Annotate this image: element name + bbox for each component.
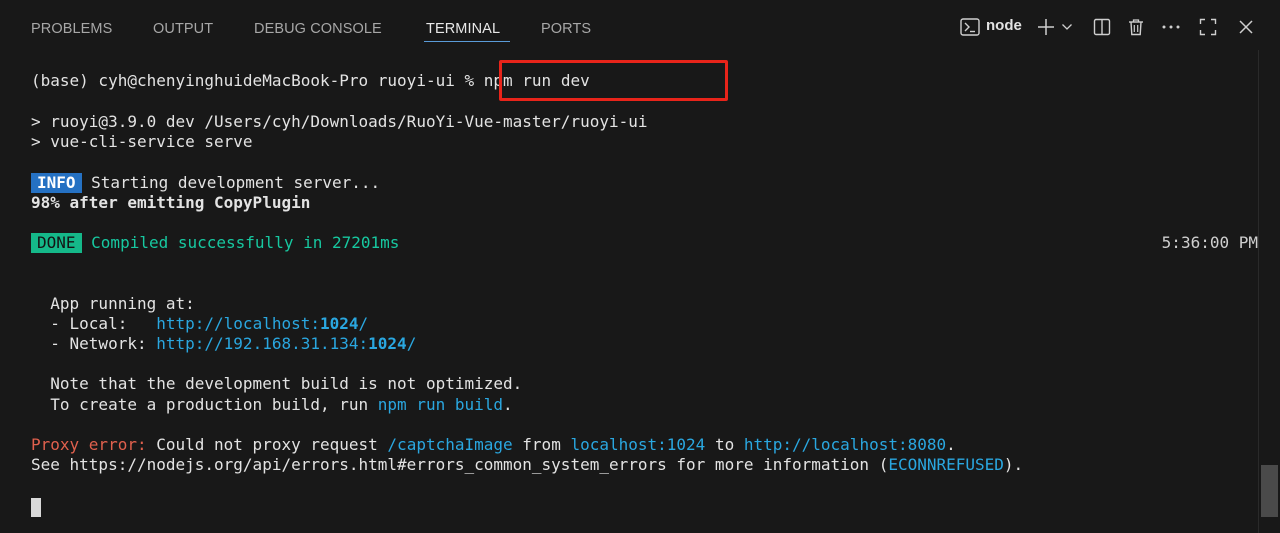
tab-problems[interactable]: PROBLEMS — [31, 18, 112, 40]
chevron-down-icon[interactable] — [1060, 14, 1074, 40]
done-line: DONE Compiled successfully in 27201ms — [31, 233, 399, 253]
network-url-line: - Network: http://192.168.31.134:1024/ — [31, 334, 416, 354]
local-url-port: 1024 — [320, 314, 359, 333]
shell-name[interactable]: node — [986, 15, 1022, 37]
tab-ports[interactable]: PORTS — [541, 18, 591, 40]
shell-prompt: (base) cyh@chenyinghuideMacBook-Pro ruoy… — [31, 71, 484, 90]
active-tab-indicator — [424, 41, 510, 42]
local-url-base: http://localhost: — [156, 314, 320, 333]
split-terminal-icon[interactable] — [1092, 14, 1112, 40]
proxy-from: localhost:1024 — [570, 435, 706, 454]
script-line-2: > vue-cli-service serve — [31, 132, 253, 151]
see-docs-line: See https://nodejs.org/api/errors.html#e… — [31, 455, 1023, 475]
proxy-text-3: to — [705, 435, 744, 454]
done-badge: DONE — [31, 233, 82, 253]
progress-line: 98% after emitting CopyPlugin — [31, 193, 311, 212]
terminal-output[interactable]: (base) cyh@chenyinghuideMacBook-Pro ruoy… — [0, 56, 1258, 533]
proxy-to[interactable]: http://localhost:8080 — [744, 435, 946, 454]
info-text: Starting development server... — [81, 173, 381, 192]
close-icon[interactable] — [1236, 14, 1256, 40]
local-url-suffix: / — [358, 314, 369, 333]
command-highlight-box — [499, 60, 728, 101]
proxy-error-label: Proxy error: — [31, 435, 147, 454]
proxy-error-line: Proxy error: Could not proxy request /ca… — [31, 435, 956, 455]
network-url-suffix: / — [406, 334, 417, 353]
proxy-path: /captchaImage — [387, 435, 513, 454]
network-url-base: http://192.168.31.134: — [156, 334, 369, 353]
info-line: INFO Starting development server... — [31, 173, 380, 193]
maximize-icon[interactable] — [1198, 14, 1218, 40]
proxy-text-1: Could not proxy request — [146, 435, 388, 454]
see-docs-end: ). — [1003, 455, 1024, 474]
network-url[interactable]: http://192.168.31.134:1024/ — [156, 334, 416, 353]
local-url-line: - Local: http://localhost:1024/ — [31, 314, 368, 334]
info-badge: INFO — [31, 173, 82, 193]
terminal-shell-icon[interactable] — [959, 14, 981, 40]
see-docs-text: See https://nodejs.org/api/errors.html#e… — [31, 455, 889, 474]
tab-terminal[interactable]: TERMINAL — [426, 18, 500, 40]
trash-icon[interactable] — [1126, 14, 1146, 40]
timestamp: 5:36:00 PM — [1161, 233, 1258, 252]
build-command: npm run build — [377, 395, 504, 414]
note-line-2: To create a production build, run npm ru… — [31, 395, 513, 415]
note-line-2-text: To create a production build, run — [31, 395, 378, 414]
more-icon[interactable] — [1160, 14, 1182, 40]
done-text: Compiled successfully in 27201ms — [81, 233, 400, 252]
note-line-2-end: . — [503, 395, 513, 414]
note-line-1: Note that the development build is not o… — [31, 374, 523, 393]
error-code: ECONNREFUSED — [888, 455, 1004, 474]
proxy-text-2: from — [512, 435, 571, 454]
app-running-line: App running at: — [31, 294, 195, 313]
local-url[interactable]: http://localhost:1024/ — [156, 314, 368, 333]
tab-debug-console[interactable]: DEBUG CONSOLE — [254, 18, 382, 40]
proxy-text-4: . — [946, 435, 956, 454]
network-url-port: 1024 — [368, 334, 407, 353]
local-label: - Local: — [31, 314, 157, 333]
scrollbar-thumb[interactable] — [1261, 465, 1278, 517]
network-label: - Network: — [31, 334, 157, 353]
terminal-cursor — [31, 498, 41, 517]
plus-icon[interactable] — [1036, 14, 1056, 40]
terminal-panel: PROBLEMS OUTPUT DEBUG CONSOLE TERMINAL P… — [0, 0, 1280, 533]
panel-header: PROBLEMS OUTPUT DEBUG CONSOLE TERMINAL P… — [0, 0, 1280, 56]
scrollbar-track[interactable] — [1258, 50, 1280, 533]
script-line-1: > ruoyi@3.9.0 dev /Users/cyh/Downloads/R… — [31, 112, 648, 131]
tab-output[interactable]: OUTPUT — [153, 18, 213, 40]
